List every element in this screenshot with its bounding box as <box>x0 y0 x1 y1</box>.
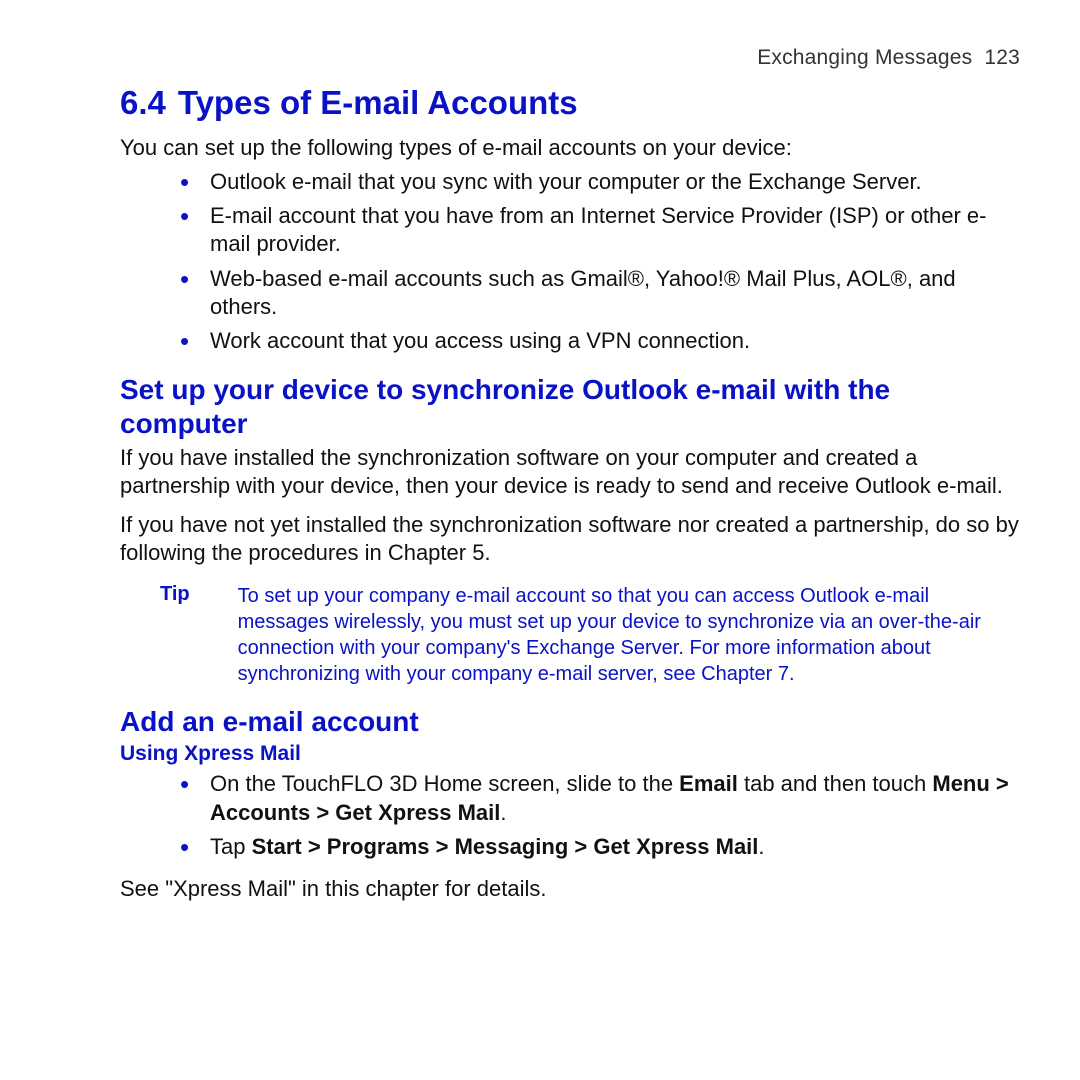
sync-heading: Set up your device to synchronize Outloo… <box>120 373 1020 440</box>
chapter-name: Exchanging Messages <box>757 46 972 69</box>
list-item: Tap Start > Programs > Messaging > Get X… <box>180 833 1020 861</box>
list-item: E-mail account that you have from an Int… <box>180 202 1020 258</box>
step-text: Tap <box>210 834 252 859</box>
document-page: Exchanging Messages 123 6.4 Types of E-ma… <box>0 0 1080 1080</box>
page-number: 123 <box>984 46 1020 69</box>
xpress-mail-subheading: Using Xpress Mail <box>120 742 1020 766</box>
bold-text: Start > Programs > Messaging > Get Xpres… <box>252 834 759 859</box>
list-item: Work account that you access using a VPN… <box>180 327 1020 355</box>
tip-callout: Tip To set up your company e-mail accoun… <box>160 583 1020 687</box>
tip-body: To set up your company e-mail account so… <box>238 583 990 687</box>
list-item: Outlook e-mail that you sync with your c… <box>180 168 1020 196</box>
xpress-steps-list: On the TouchFLO 3D Home screen, slide to… <box>120 770 1020 860</box>
step-text: . <box>500 800 506 825</box>
account-types-list: Outlook e-mail that you sync with your c… <box>120 168 1020 355</box>
tip-label: Tip <box>160 583 190 687</box>
sync-paragraph-1: If you have installed the synchronizatio… <box>120 444 1020 500</box>
section-number: 6.4 <box>120 84 166 121</box>
section-title-text: Types of E-mail Accounts <box>178 84 578 121</box>
step-text: . <box>758 834 764 859</box>
step-text: On the TouchFLO 3D Home screen, slide to… <box>210 771 679 796</box>
intro-paragraph: You can set up the following types of e-… <box>120 134 1020 162</box>
step-text: tab and then touch <box>738 771 933 796</box>
list-item: On the TouchFLO 3D Home screen, slide to… <box>180 770 1020 826</box>
bold-text: Email <box>679 771 738 796</box>
closing-paragraph: See "Xpress Mail" in this chapter for de… <box>120 875 1020 903</box>
list-item: Web-based e-mail accounts such as Gmail®… <box>180 265 1020 321</box>
running-header: Exchanging Messages 123 <box>120 46 1020 70</box>
sync-paragraph-2: If you have not yet installed the synchr… <box>120 511 1020 567</box>
section-heading: 6.4 Types of E-mail Accounts <box>120 84 578 122</box>
add-account-heading: Add an e-mail account <box>120 705 1020 739</box>
